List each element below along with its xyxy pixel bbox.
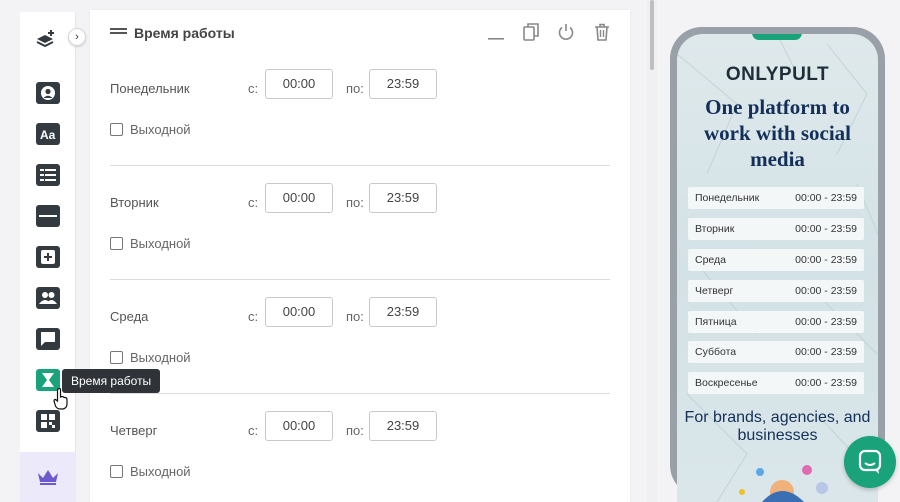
hours-row: Суббота 00:00 - 23:59: [688, 341, 864, 363]
day-name: Среда: [110, 309, 149, 324]
day-name: Четверг: [110, 423, 158, 438]
hours-row: Понедельник 00:00 - 23:59: [688, 187, 864, 209]
svg-text:Aa: Aa: [40, 128, 56, 141]
to-time-input[interactable]: 23:59: [369, 183, 437, 213]
illustration-icon: [739, 465, 828, 502]
from-time-input[interactable]: 00:00: [265, 69, 333, 99]
from-label: с:: [248, 423, 259, 438]
minimize-icon: [488, 38, 504, 40]
avatar-block-icon[interactable]: [36, 82, 60, 104]
dayoff-label: Выходной: [130, 236, 191, 251]
panel-header: Время работы: [90, 10, 630, 54]
from-time-input[interactable]: 00:00: [265, 297, 333, 327]
divider: [110, 393, 610, 394]
working-hours-panel: Время работы Понедельник с: 00:00 по: 23…: [90, 10, 630, 502]
from-time-input[interactable]: 00:00: [265, 411, 333, 441]
to-label: по:: [346, 309, 364, 324]
divider-block-icon[interactable]: [36, 205, 60, 227]
brand-name: ONLYPULT: [725, 64, 830, 85]
scrollbar-thumb[interactable]: [650, 0, 654, 70]
drag-handle-icon[interactable]: [110, 28, 127, 34]
panel-title: Время работы: [134, 25, 235, 41]
crown-icon: [38, 470, 58, 485]
dayoff-label: Выходной: [130, 464, 191, 479]
to-label: по:: [346, 423, 364, 438]
to-time-input[interactable]: 23:59: [369, 297, 437, 327]
day-row: Вторник с: 00:00 по: 23:59 Выходной: [110, 183, 610, 297]
phone-screen: ONLYPULT One platform to work with socia…: [677, 34, 878, 502]
add-block-icon[interactable]: [36, 246, 60, 268]
preview-headline: One platform to work with social media: [704, 95, 851, 171]
hand-cursor-icon: [53, 388, 68, 410]
day-row: Среда с: 00:00 по: 23:59 Выходной: [110, 297, 610, 411]
team-block-icon[interactable]: [36, 287, 60, 309]
from-label: с:: [248, 195, 259, 210]
minimize-button[interactable]: [486, 22, 506, 42]
panel-scrollbar[interactable]: [647, 0, 657, 502]
day-row: Понедельник с: 00:00 по: 23:59 Выходной: [110, 69, 610, 183]
from-label: с:: [248, 309, 259, 324]
preview-tagline: For brands, agencies, and businesses: [684, 409, 871, 444]
copy-button[interactable]: [521, 22, 541, 42]
hours-row: Вторник 00:00 - 23:59: [688, 218, 864, 240]
list-block-icon[interactable]: [36, 164, 60, 186]
chat-icon: [858, 449, 882, 474]
to-label: по:: [346, 195, 364, 210]
from-label: с:: [248, 81, 259, 96]
dayoff-checkbox[interactable]: [110, 237, 123, 250]
power-icon: [558, 24, 574, 40]
profile-tab: [752, 34, 802, 40]
dayoff-checkbox[interactable]: [110, 351, 123, 364]
day-row: Четверг с: 00:00 по: 23:59 Выходной: [110, 411, 610, 502]
to-time-input[interactable]: 23:59: [369, 411, 437, 441]
dayoff-label: Выходной: [130, 350, 191, 365]
qr-grid-icon[interactable]: [36, 410, 60, 432]
hours-row: Пятница 00:00 - 23:59: [688, 311, 864, 333]
copy-icon: [523, 23, 539, 41]
to-time-input[interactable]: 23:59: [369, 69, 437, 99]
from-time-input[interactable]: 00:00: [265, 183, 333, 213]
text-block-icon[interactable]: Aa: [36, 123, 60, 145]
add-layer-icon: [36, 30, 54, 48]
day-name: Понедельник: [110, 81, 190, 96]
dayoff-checkbox-row[interactable]: Выходной: [110, 464, 191, 479]
hours-row: Среда 00:00 - 23:59: [688, 249, 864, 271]
to-label: по:: [346, 81, 364, 96]
toggle-power-button[interactable]: [556, 22, 576, 42]
sidebar-tooltip: Время работы: [62, 369, 161, 393]
dayoff-checkbox-row[interactable]: Выходной: [110, 236, 191, 251]
divider: [110, 279, 610, 280]
comment-block-icon[interactable]: [36, 328, 60, 350]
dayoff-checkbox[interactable]: [110, 123, 123, 136]
day-name: Вторник: [110, 195, 159, 210]
block-sidebar: › Aa: [20, 12, 86, 502]
dayoff-label: Выходной: [130, 122, 191, 137]
hours-row: Четверг 00:00 - 23:59: [688, 280, 864, 302]
chat-support-button[interactable]: [844, 436, 896, 488]
expand-chevron-icon[interactable]: ›: [68, 28, 86, 46]
dayoff-checkbox[interactable]: [110, 465, 123, 478]
hours-row: Воскресенье 00:00 - 23:59: [688, 372, 864, 394]
delete-button[interactable]: [592, 22, 612, 42]
dayoff-checkbox-row[interactable]: Выходной: [110, 122, 191, 137]
premium-button[interactable]: [20, 452, 76, 502]
dayoff-checkbox-row[interactable]: Выходной: [110, 350, 191, 365]
trash-icon: [595, 23, 609, 41]
divider: [110, 165, 610, 166]
